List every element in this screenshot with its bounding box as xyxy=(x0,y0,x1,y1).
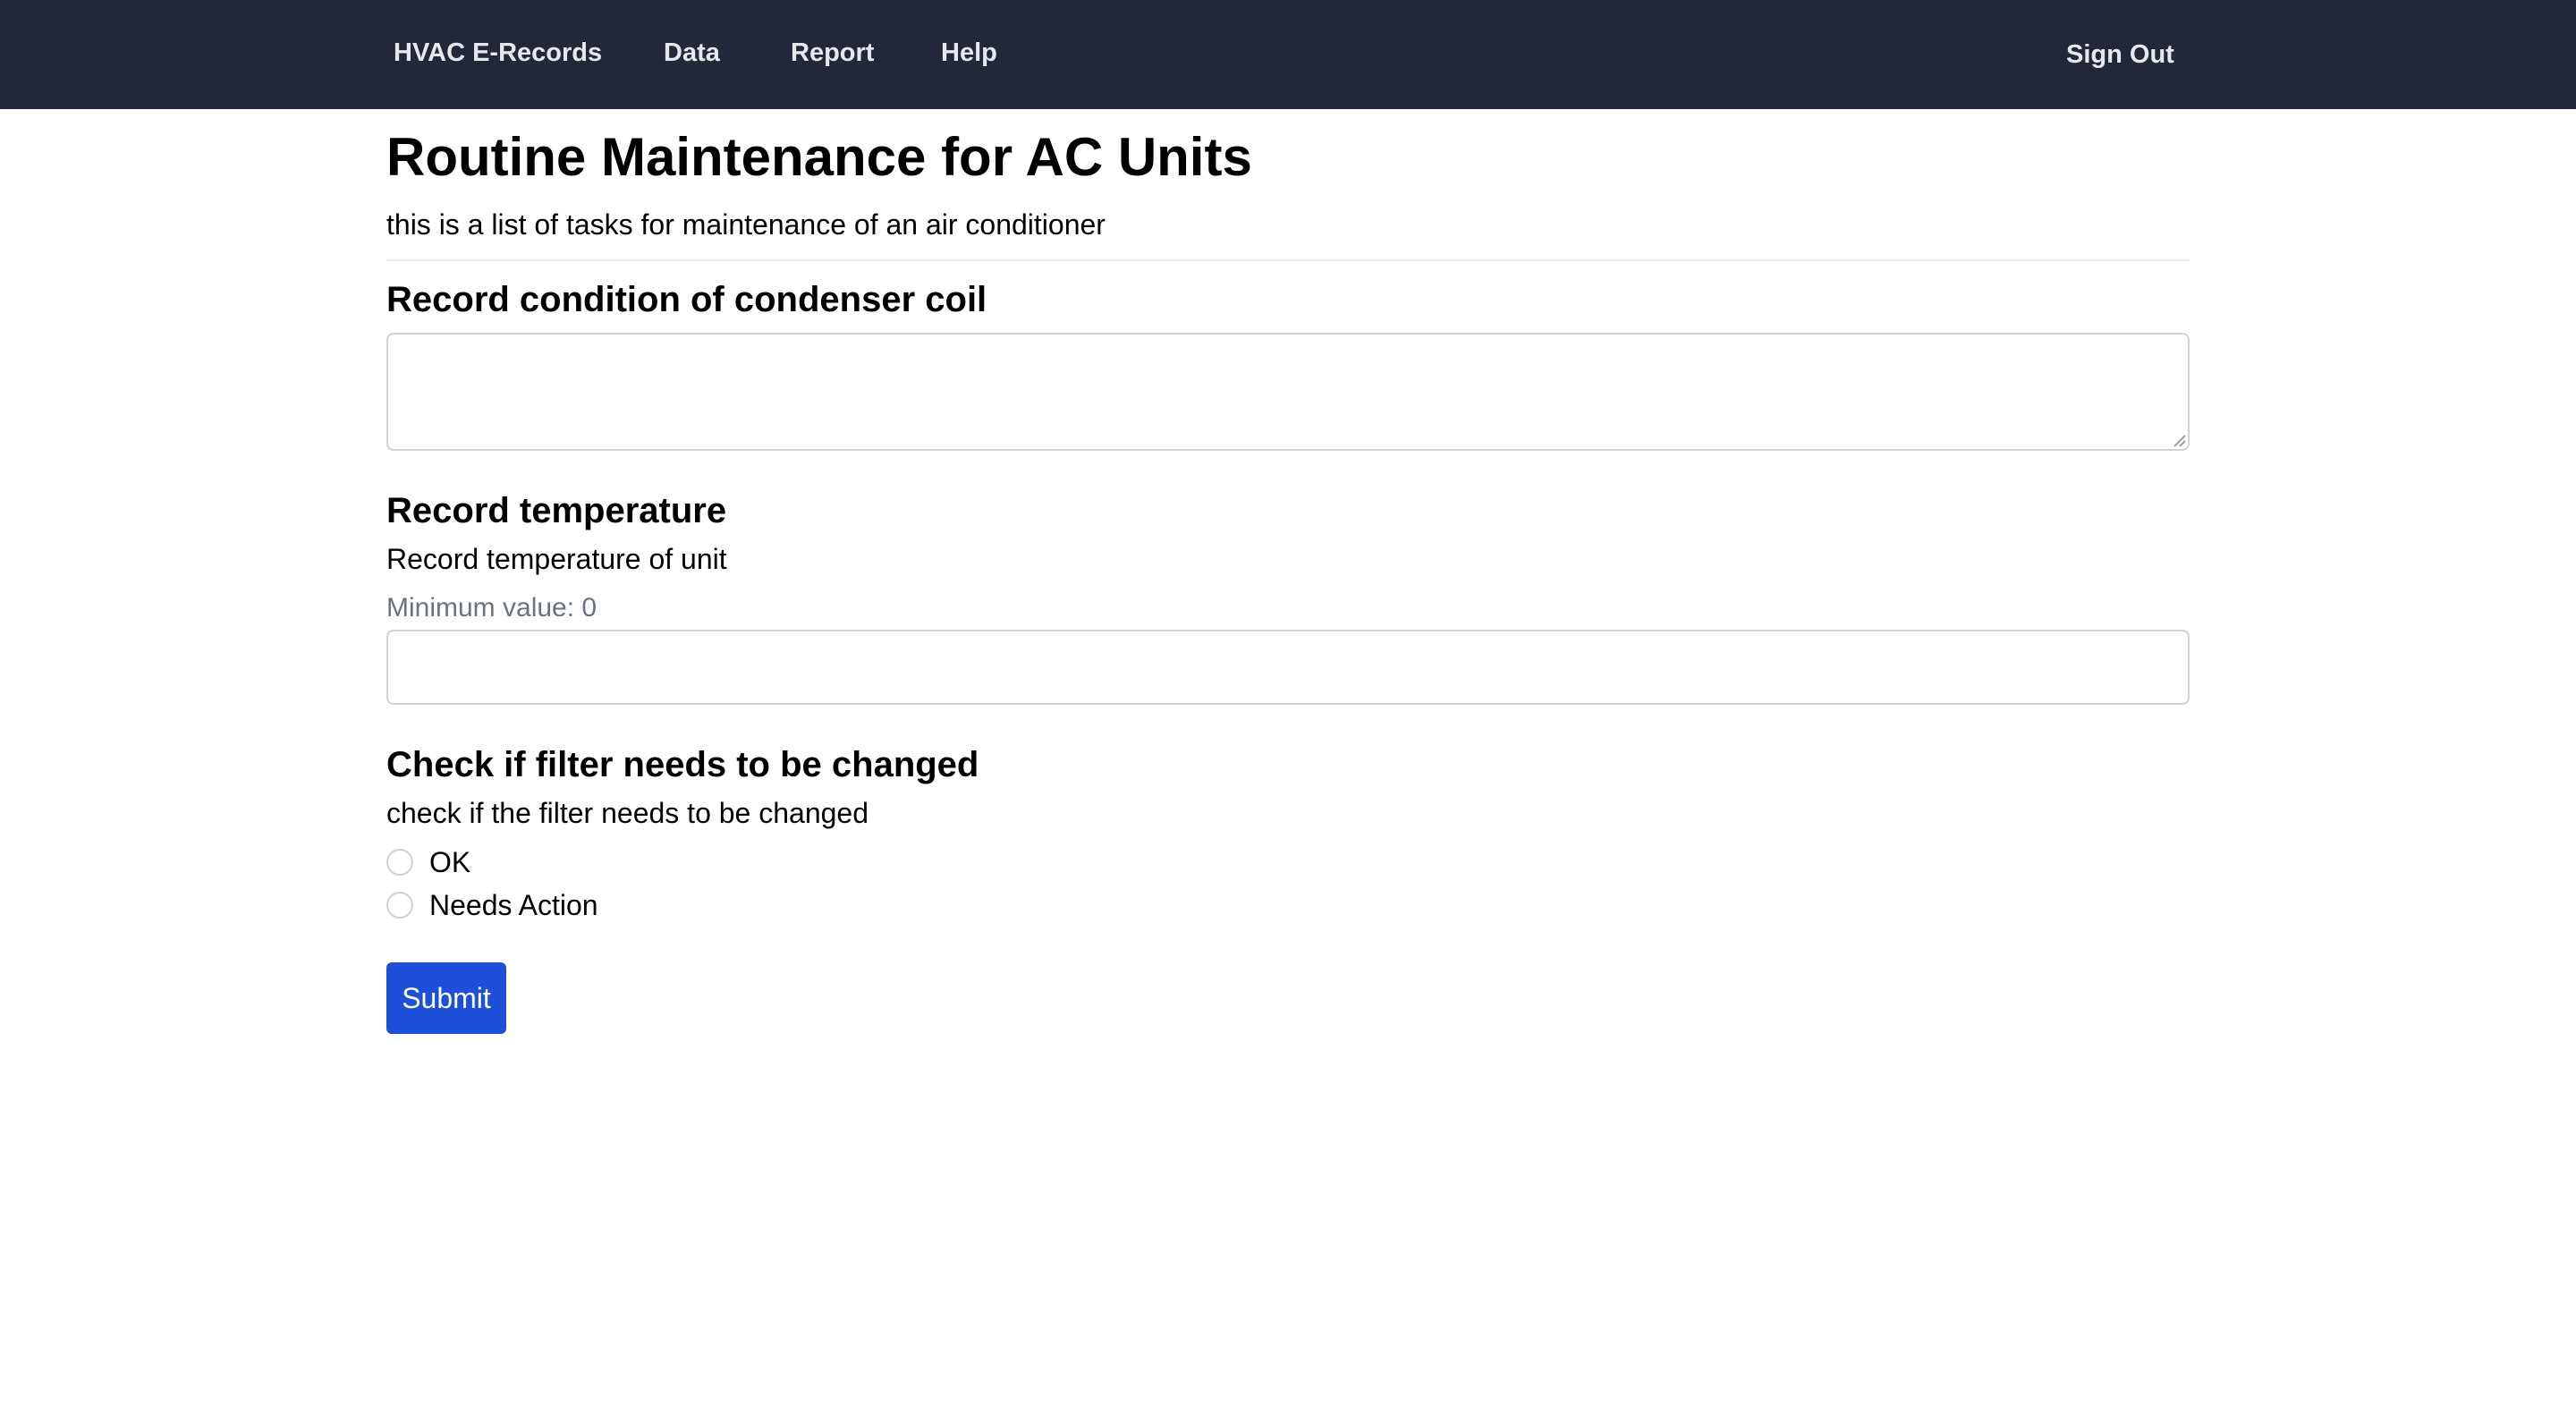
header-divider xyxy=(386,259,2190,261)
radio-button-needs-action[interactable] xyxy=(386,892,413,919)
submit-button[interactable]: Submit xyxy=(386,962,506,1034)
nav-item-report[interactable]: Report xyxy=(791,34,874,72)
radio-label-needs-action: Needs Action xyxy=(429,889,598,921)
resize-grip-icon[interactable] xyxy=(2172,433,2186,447)
temperature-task-description: Record temperature of unit xyxy=(386,543,727,575)
filter-task-title: Check if filter needs to be changed xyxy=(386,745,979,784)
radio-option-needs-action[interactable]: Needs Action xyxy=(386,885,598,925)
page-title: Routine Maintenance for AC Units xyxy=(386,127,1252,187)
temperature-min-hint: Minimum value: 0 xyxy=(386,593,597,623)
radio-label-ok: OK xyxy=(429,846,471,878)
nav-item-help[interactable]: Help xyxy=(941,34,997,72)
temperature-input[interactable] xyxy=(386,630,2190,705)
page-description: this is a list of tasks for maintenance … xyxy=(386,208,1106,241)
condenser-condition-textarea[interactable] xyxy=(386,333,2190,451)
condenser-task-title: Record condition of condenser coil xyxy=(386,280,987,319)
filter-task-description: check if the filter needs to be changed xyxy=(386,797,869,829)
nav-brand-link[interactable]: HVAC E-Records xyxy=(394,34,602,72)
nav-item-data[interactable]: Data xyxy=(664,34,720,72)
sign-out-link[interactable]: Sign Out xyxy=(2066,36,2174,73)
top-navbar: HVAC E-Records Data Report Help Sign Out xyxy=(0,0,2576,109)
temperature-task-title: Record temperature xyxy=(386,491,727,530)
radio-option-ok[interactable]: OK xyxy=(386,843,470,882)
radio-button-ok[interactable] xyxy=(386,849,413,876)
